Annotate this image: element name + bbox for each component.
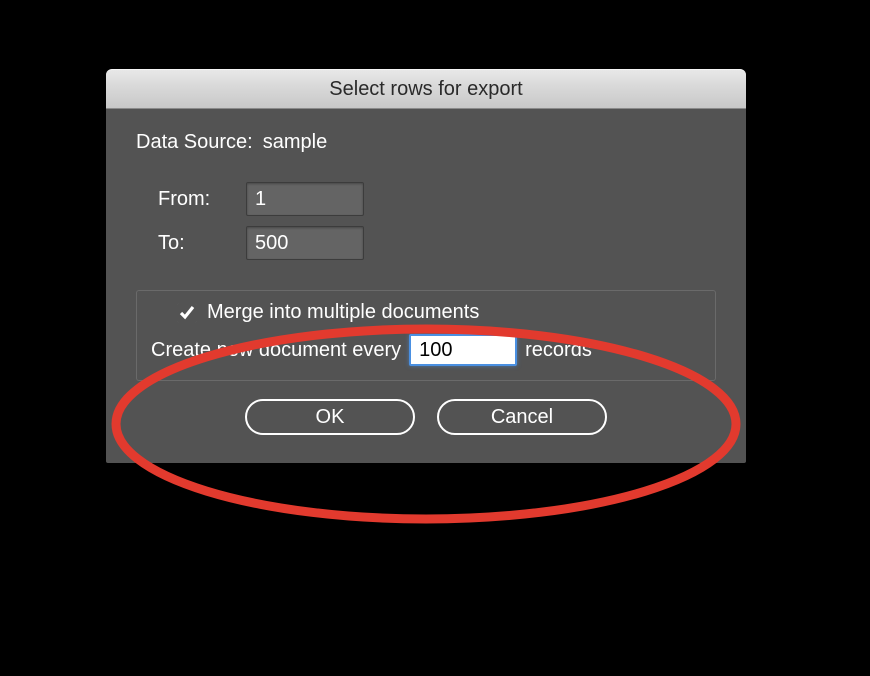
dialog-content: Data Source: sample From: To: Merge into… — [106, 109, 746, 463]
data-source-row: Data Source: sample — [136, 131, 716, 154]
create-row: Create new document every records — [149, 334, 703, 366]
ok-button[interactable]: OK — [245, 399, 415, 435]
from-input[interactable] — [246, 182, 364, 216]
data-source-label: Data Source: — [136, 131, 253, 154]
create-suffix: records — [525, 339, 592, 362]
from-label: From: — [136, 188, 246, 211]
to-row: To: — [136, 226, 716, 260]
merge-checkbox-label: Merge into multiple documents — [207, 301, 479, 324]
to-input[interactable] — [246, 226, 364, 260]
cancel-button[interactable]: Cancel — [437, 399, 607, 435]
export-dialog: Select rows for export Data Source: samp… — [106, 69, 746, 463]
dialog-title: Select rows for export — [329, 78, 522, 101]
dialog-titlebar: Select rows for export — [106, 69, 746, 109]
records-input[interactable] — [409, 334, 517, 366]
to-label: To: — [136, 232, 246, 255]
create-prefix: Create new document every — [151, 339, 401, 362]
merge-checkbox[interactable] — [177, 303, 197, 323]
merge-group: Merge into multiple documents Create new… — [136, 290, 716, 381]
merge-check-row: Merge into multiple documents — [149, 301, 703, 324]
from-row: From: — [136, 182, 716, 216]
data-source-value: sample — [263, 131, 327, 154]
button-row: OK Cancel — [136, 399, 716, 435]
